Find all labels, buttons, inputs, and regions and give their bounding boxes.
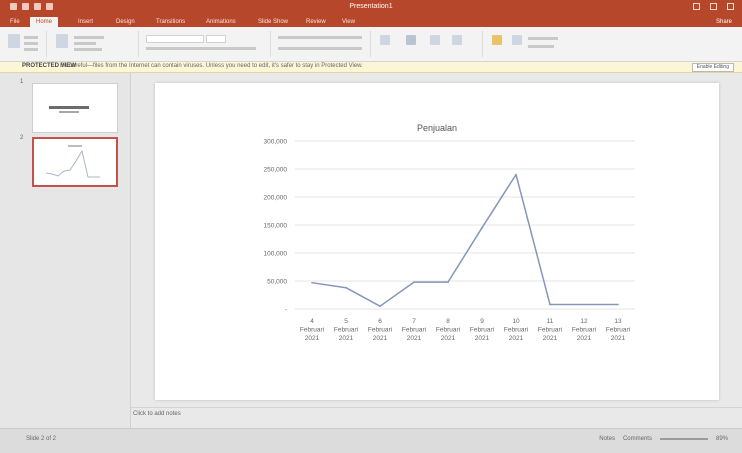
slides-group <box>48 31 139 57</box>
notes-placeholder: Click to add notes <box>133 411 181 417</box>
dictate-button[interactable] <box>528 45 554 48</box>
x-tick-label: 4 Februari 2021 <box>300 318 324 342</box>
status-bar: Slide 2 of 2 Notes Comments 89% <box>0 428 742 453</box>
window-title: Presentation1 <box>349 3 393 10</box>
x-tick-label: 11 Februari 2021 <box>538 318 562 342</box>
format-painter-button[interactable] <box>24 48 38 51</box>
tab-design[interactable]: Design <box>110 17 141 27</box>
data-point[interactable] <box>481 227 483 229</box>
x-tick-label: 13 Februari 2021 <box>606 318 630 342</box>
ribbon <box>0 27 742 62</box>
slide-thumbnails-pane: 1 2 <box>0 73 131 428</box>
close-icon[interactable] <box>727 3 734 10</box>
zoom-slider[interactable] <box>659 438 708 440</box>
comments-toggle-button[interactable]: Comments <box>623 436 652 442</box>
line-chart[interactable]: - 50,000 100,000 150,000 200,000 250,000 300,0… <box>155 83 719 400</box>
zoom-level[interactable]: 89% <box>716 436 728 442</box>
y-tick-label: 200,000 <box>264 195 288 202</box>
x-tick-label: 5 Februari 2021 <box>334 318 358 342</box>
cut-button[interactable] <box>24 36 38 39</box>
message-bar-text: Be careful—files from the Internet can c… <box>60 63 363 69</box>
copy-button[interactable] <box>24 42 38 45</box>
notes-toggle-button[interactable]: Notes <box>599 436 615 442</box>
series-line[interactable] <box>311 173 618 307</box>
tab-file[interactable]: File <box>4 17 26 27</box>
data-point[interactable] <box>515 173 517 176</box>
slide-canvas[interactable]: Penjualan -50,000 100,000 150,000 200,000 25… <box>155 83 719 400</box>
tab-home[interactable]: Home <box>30 17 59 27</box>
y-tick-label: 100,000 <box>264 251 288 258</box>
slide-counter: Slide 2 of 2 <box>26 436 57 442</box>
data-point[interactable] <box>345 286 347 289</box>
data-point[interactable] <box>617 303 619 306</box>
thumbnail-title-text <box>49 106 89 109</box>
paragraph-group <box>272 31 371 57</box>
drawing-group <box>372 31 483 57</box>
data-point[interactable] <box>583 303 585 306</box>
slide-thumbnail-2[interactable] <box>32 137 118 187</box>
data-point[interactable] <box>549 303 551 306</box>
paste-icon[interactable] <box>8 34 20 48</box>
y-tick-label: 300,000 <box>264 139 288 146</box>
x-tick-label: 8 Februari 2021 <box>436 318 460 342</box>
alignment-buttons[interactable] <box>278 47 362 50</box>
y-tick-label: - <box>285 307 287 314</box>
maximize-icon[interactable] <box>710 3 717 10</box>
tab-view[interactable]: View <box>336 17 361 27</box>
font-size-box[interactable] <box>206 35 226 43</box>
shapes-icon[interactable] <box>406 35 416 45</box>
x-tick-label: 12 Februari 2021 <box>572 318 596 342</box>
x-tick-label: 9 Februari 2021 <box>470 318 494 342</box>
arrange-icon[interactable] <box>430 35 440 45</box>
ribbon-tabs: File Home Insert Design Transitions Anim… <box>0 16 742 27</box>
x-tick-label: 6 Februari 2021 <box>368 318 392 342</box>
reset-button[interactable] <box>74 42 96 45</box>
data-point[interactable] <box>447 281 449 283</box>
layout-button[interactable] <box>74 36 104 39</box>
x-tick-label: 10 Februari 2021 <box>504 318 528 342</box>
data-point[interactable] <box>311 281 313 284</box>
y-tick-label: 50,000 <box>267 279 287 286</box>
font-group <box>140 31 271 57</box>
new-slide-icon[interactable] <box>56 34 68 48</box>
select-button[interactable] <box>528 37 558 40</box>
slide-thumbnail-1[interactable] <box>32 83 118 133</box>
title-bar: Presentation1 <box>0 0 742 16</box>
tab-animations[interactable]: Animations <box>200 17 242 27</box>
protected-view-bar: PROTECTED VIEW Be careful—files from the… <box>0 62 742 73</box>
list-buttons[interactable] <box>278 36 362 39</box>
y-tick-label: 250,000 <box>264 167 288 174</box>
minimize-icon[interactable] <box>693 3 700 10</box>
window-controls <box>693 3 734 10</box>
quick-styles-icon[interactable] <box>452 35 462 45</box>
find-icon[interactable] <box>492 35 502 45</box>
tab-insert[interactable]: Insert <box>72 17 99 27</box>
font-format-buttons[interactable] <box>146 47 256 50</box>
font-name-box[interactable] <box>146 35 204 43</box>
thumbnail-subtitle-text <box>59 111 79 113</box>
clipboard-group <box>0 31 47 57</box>
share-button[interactable]: Share <box>716 17 732 27</box>
notes-pane[interactable]: Click to add notes <box>131 407 742 422</box>
enable-editing-button[interactable]: Enable Editing <box>691 63 734 72</box>
tab-transitions[interactable]: Transitions <box>150 17 191 27</box>
thumbnail-chart-preview <box>45 145 100 178</box>
thumbnail-number: 2 <box>20 135 24 141</box>
editing-group <box>484 31 564 57</box>
status-right-controls: Notes Comments 89% <box>599 436 728 442</box>
replace-icon[interactable] <box>512 35 522 45</box>
y-tick-label: 150,000 <box>264 223 288 230</box>
x-tick-label: 7 Februari 2021 <box>402 318 426 342</box>
section-button[interactable] <box>74 48 102 51</box>
tab-review[interactable]: Review <box>300 17 332 27</box>
thumbnail-number: 1 <box>20 79 24 85</box>
tab-slide-show[interactable]: Slide Show <box>252 17 294 27</box>
convert-smartart-icon[interactable] <box>380 35 390 45</box>
data-point[interactable] <box>379 305 381 307</box>
data-point[interactable] <box>413 281 415 283</box>
